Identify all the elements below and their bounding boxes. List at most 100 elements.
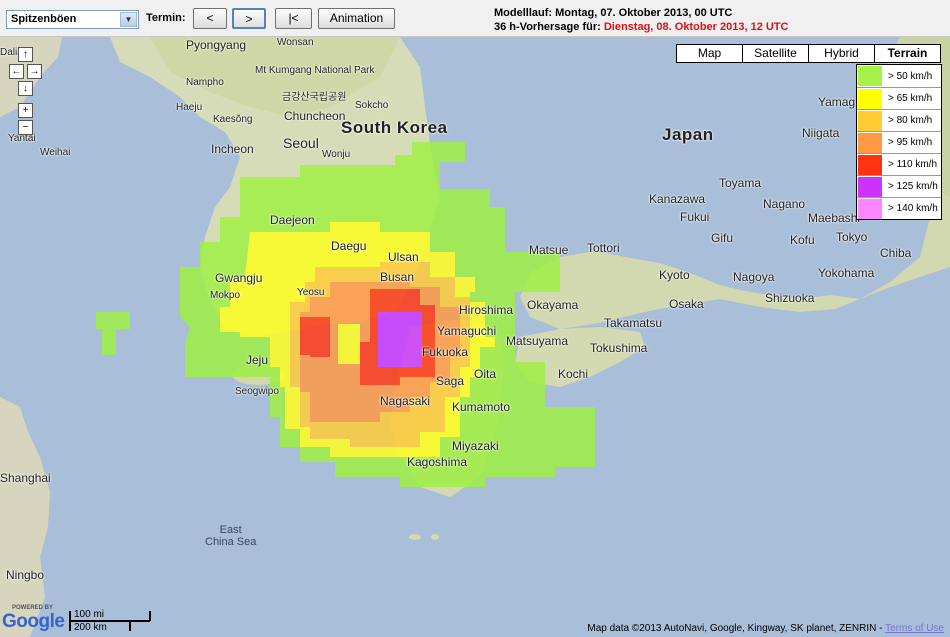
place-label: Maebashi: [808, 211, 861, 225]
place-label: Fukui: [680, 210, 710, 224]
place-label: Toyama: [719, 176, 762, 190]
legend-label: > 50 km/h: [888, 70, 933, 82]
map-type-map-button[interactable]: Map: [676, 44, 743, 63]
place-label: Shanghai: [0, 471, 51, 485]
place-label: Hiroshima: [459, 303, 514, 317]
place-label: Kofu: [790, 233, 815, 247]
place-label: Seoul: [283, 135, 319, 151]
place-label: Yokohama: [818, 266, 875, 280]
map-type-terrain-button[interactable]: Terrain: [874, 44, 941, 63]
next-button[interactable]: >: [232, 8, 266, 29]
place-label: Saga: [436, 374, 465, 388]
model-run-text: Modelllauf: Montag, 07. Oktober 2013, 00…: [494, 7, 733, 19]
google-logo[interactable]: POWERED BY Google: [2, 605, 65, 633]
place-label: Daejeon: [270, 213, 315, 227]
place-label: Fukuoka: [422, 345, 469, 359]
place-label: Incheon: [211, 142, 254, 156]
place-label: Yamag: [818, 95, 856, 109]
zoom-out-button[interactable]: −: [18, 120, 33, 135]
legend-row: > 125 km/h: [857, 175, 941, 197]
place-label: Chiba: [880, 246, 912, 260]
zoom-in-button[interactable]: +: [18, 103, 33, 118]
forecast-date: Dienstag, 08. Oktober 2013, 12 UTC: [603, 21, 789, 33]
scale-mi: 100 mi: [74, 609, 105, 620]
place-label: Wonju: [322, 149, 351, 160]
place-label: Mt Kumgang National Park: [255, 65, 375, 76]
place-label: Seogwipo: [235, 386, 279, 397]
map-type-satellite-button[interactable]: Satellite: [742, 44, 809, 63]
place-label: Nagasaki: [380, 394, 431, 408]
place-label: Nagano: [763, 197, 806, 211]
map-area[interactable]: Pyongyang Wonsan Nampho Haeju Mt Kumgang…: [0, 37, 950, 637]
place-label: Osaka: [669, 297, 704, 311]
legend-row: > 140 km/h: [857, 197, 941, 219]
place-label: Wonsan: [277, 37, 314, 48]
wind-zone-110-west: [300, 317, 330, 357]
product-select-value: Spitzenböen: [11, 13, 77, 25]
place-label: Matsuyama: [506, 334, 569, 348]
sea-label: East China Sea: [205, 524, 257, 548]
legend-label: > 125 km/h: [888, 181, 938, 192]
place-label: Miyazaki: [452, 439, 499, 453]
legend-label: > 110 km/h: [888, 159, 938, 170]
place-label: Jeju: [246, 353, 269, 367]
legend-row: > 110 km/h: [857, 153, 941, 175]
animation-button[interactable]: Animation: [318, 8, 395, 29]
place-label: Kochi: [558, 367, 589, 381]
place-label: 금강산국립공원: [282, 92, 347, 103]
place-label: Pyongyang: [186, 38, 247, 52]
wind-overlay: [96, 142, 595, 487]
wind-legend: > 50 km/h > 65 km/h > 80 km/h > 95 km/h > 11…: [856, 64, 942, 220]
wind-eye: [338, 324, 360, 364]
place-label: Ulsan: [388, 250, 419, 264]
place-label: Kanazawa: [649, 192, 706, 206]
wind-zone-50-west: [96, 312, 130, 355]
place-label: Daegu: [331, 239, 367, 253]
place-label: Kumamoto: [452, 400, 511, 414]
pan-right-button[interactable]: →: [27, 64, 42, 79]
place-label: Chuncheon: [284, 109, 346, 123]
place-label: Tottori: [587, 241, 620, 255]
country-label: Japan: [662, 125, 714, 144]
pan-left-button[interactable]: ←: [9, 64, 24, 79]
wind-zone-125: [378, 312, 422, 367]
map-copyright: Map data ©2013 AutoNavi, Google, Kingway…: [587, 623, 944, 634]
map-type-control: Map Satellite Hybrid Terrain: [676, 44, 941, 63]
place-label: Haeju: [176, 102, 203, 113]
terms-of-use-link[interactable]: Terms of Use: [885, 623, 944, 634]
place-label: Oita: [474, 367, 497, 381]
chevron-down-icon[interactable]: ▼: [120, 12, 137, 27]
map-scale: 100 mi 200 km: [68, 609, 152, 633]
place-label: Nampho: [186, 77, 224, 88]
pan-up-button[interactable]: ↑: [18, 47, 33, 62]
place-label: Tokyo: [836, 230, 868, 244]
product-select[interactable]: Spitzenböen ▼: [6, 10, 139, 29]
scale-km: 200 km: [74, 622, 107, 633]
place-label: Nagoya: [733, 270, 775, 284]
toolbar: Spitzenböen ▼ Termin: < > |< Animation M…: [0, 0, 950, 37]
place-label: Busan: [380, 270, 415, 284]
termin-label: Termin:: [146, 12, 186, 24]
legend-swatch: [858, 198, 882, 219]
land-island: [409, 534, 421, 540]
forecast-prefix: 36 h-Vorhersage für:: [494, 21, 601, 33]
place-label: Weihai: [40, 147, 71, 158]
legend-row: > 95 km/h: [857, 131, 941, 153]
map-type-hybrid-button[interactable]: Hybrid: [808, 44, 875, 63]
legend-row: > 80 km/h: [857, 109, 941, 131]
legend-label: > 65 km/h: [888, 93, 933, 104]
first-button[interactable]: |<: [275, 8, 312, 29]
pan-down-button[interactable]: ↓: [18, 81, 33, 96]
legend-label: > 95 km/h: [888, 137, 933, 148]
land-china-east: [0, 397, 50, 637]
forecast-line: 36 h-Vorhersage für: Dienstag, 08. Oktob…: [494, 20, 788, 34]
place-label: Yamaguchi: [437, 324, 497, 338]
powered-by-label: POWERED BY: [12, 605, 54, 611]
place-label: Gwangju: [215, 271, 263, 285]
land-island: [431, 534, 439, 540]
legend-swatch: [858, 88, 882, 109]
place-label: Niigata: [802, 126, 840, 140]
prev-button[interactable]: <: [193, 8, 227, 29]
place-label: Kaesŏng: [213, 114, 253, 125]
run-info: Modelllauf: Montag, 07. Oktober 2013, 00…: [494, 6, 788, 34]
